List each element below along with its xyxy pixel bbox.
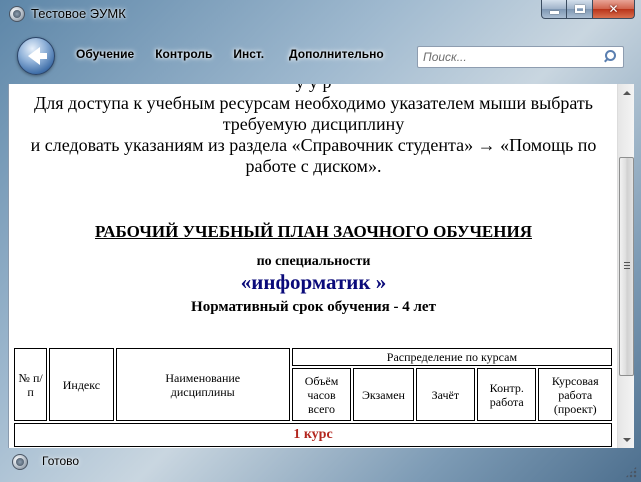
cut-off-line: у у р (9, 84, 617, 93)
content-area[interactable]: у у р Для доступа к учебным ресурсам нео… (8, 84, 617, 448)
toolbar: Обучение Контроль Инст. Дополнительно (0, 28, 641, 84)
menu-item-learning[interactable]: Обучение (76, 47, 134, 61)
menu-item-additional[interactable]: Дополнительно (289, 47, 384, 61)
status-bar: Готово (0, 448, 641, 482)
arrow-up-icon (622, 90, 631, 95)
search-icon[interactable] (601, 48, 619, 66)
scroll-down-button[interactable] (618, 431, 635, 448)
curriculum-table: № п/п Индекс Наименование дисциплины Рас… (12, 346, 614, 448)
title-bar: Тестовое ЭУМК ✕ (0, 0, 641, 28)
course-row: 1 курс (14, 423, 612, 447)
header-number: № п/п (14, 348, 48, 421)
plan-title: РАБОЧИЙ УЧЕБНЫЙ ПЛАН ЗАОЧНОГО ОБУЧЕНИЯ (94, 222, 532, 241)
vertical-scrollbar[interactable] (617, 84, 634, 448)
resize-grip-icon[interactable] (625, 466, 637, 478)
header-discipline: Наименование дисциплины (115, 348, 290, 421)
disc-icon (12, 454, 28, 470)
specialty-label: по специальности (256, 254, 371, 269)
intro-text: у у р Для доступа к учебным ресурсам нео… (9, 84, 617, 177)
scroll-thumb[interactable] (619, 157, 634, 376)
header-index: Индекс (49, 348, 114, 421)
minimize-icon (549, 10, 559, 14)
close-icon: ✕ (608, 2, 619, 16)
window-title: Тестовое ЭУМК (31, 6, 126, 21)
specialty-name: «информатик » (240, 270, 387, 294)
close-button[interactable]: ✕ (593, 0, 635, 19)
maximize-icon (574, 5, 585, 13)
disc-icon (9, 6, 25, 22)
study-term: Нормативный срок обучения - 4 лет (191, 299, 436, 315)
header-course-work: Курсовая работа (проект) (538, 368, 612, 421)
back-arrow-icon (28, 47, 47, 65)
status-text: Готово (42, 454, 80, 468)
minimize-button[interactable] (541, 0, 567, 19)
main-menu: Обучение Контроль Инст. Дополнительно (76, 47, 384, 61)
header-control-work: Контр. работа (477, 368, 537, 421)
grip-icon (624, 262, 630, 270)
search-input[interactable] (418, 48, 601, 66)
header-credit: Зачёт (415, 368, 476, 421)
intro-line: требуемую дисциплину (222, 114, 405, 134)
maximize-button[interactable] (567, 0, 593, 19)
intro-line: работе с диском». (245, 156, 382, 176)
header-exam: Экзамен (353, 368, 414, 421)
search-box (417, 46, 624, 68)
window-controls: ✕ (541, 0, 635, 19)
scroll-up-button[interactable] (618, 84, 635, 101)
header-distribution: Распределение по курсам (291, 348, 612, 366)
arrow-down-icon (622, 437, 631, 442)
intro-line: Для доступа к учебным ресурсам необходим… (34, 93, 593, 113)
header-hours: Объём часов всего (291, 368, 352, 421)
menu-item-control[interactable]: Контроль (155, 47, 212, 61)
intro-line: и следовать указаниям из раздела «Справо… (30, 135, 597, 155)
back-button[interactable] (17, 37, 55, 75)
menu-item-tools[interactable]: Инст. (233, 47, 264, 61)
